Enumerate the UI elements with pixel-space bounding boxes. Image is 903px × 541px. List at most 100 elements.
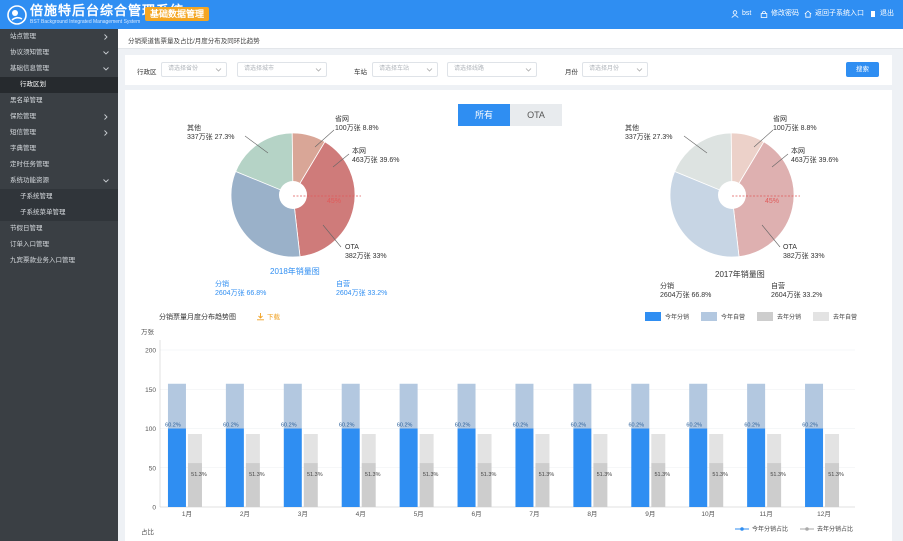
app-subtitle: BST Background Integrated Management Sys… [30, 19, 141, 25]
ratio-label-last-year: 51.3% [249, 472, 265, 478]
legend-item[interactable]: 去年分销占比 [800, 524, 853, 533]
logout-link[interactable]: 退出 [869, 9, 894, 19]
ratio-label-this-year: 60.2% [223, 423, 239, 429]
city-select[interactable]: 请选择城市 [237, 62, 327, 77]
x-tick-label: 10月 [701, 510, 715, 518]
line-placeholder: 请选择线路 [454, 66, 485, 72]
sidebar-item[interactable]: 行政区划 [0, 77, 118, 93]
line-select[interactable]: 请选择线路 [447, 62, 537, 77]
bar-this-year-distribution [805, 428, 824, 507]
search-button[interactable]: 搜索 [846, 62, 879, 77]
bar-last-year-distribution [419, 463, 434, 507]
x-tick-label: 11月 [760, 510, 773, 518]
sidebar-item[interactable]: 订单入口管理 [0, 237, 118, 253]
ratio-label-last-year: 51.3% [712, 472, 728, 478]
y2-label: 占比 [141, 527, 155, 536]
x-tick-label: 12月 [817, 510, 831, 518]
sidebar-item[interactable]: 保险管理 [0, 109, 118, 125]
city-placeholder: 请选择城市 [244, 66, 275, 72]
sidebar-menu: 站点管理 协议须知管理 基础信息管理 行政区划 黑名单管理保险管理短信管理 字典管理 定时任… [0, 29, 118, 269]
sidebar-item[interactable]: 子系统菜单管理 [0, 205, 118, 221]
station-label: 车站 [354, 69, 367, 76]
sidebar-item[interactable]: 字典管理 [0, 141, 118, 157]
legend-line-icon [735, 526, 749, 531]
legend-label: 今年分销占比 [752, 527, 789, 533]
x-tick-label: 1月 [182, 510, 192, 518]
legend-item[interactable]: 今年分销占比 [735, 524, 788, 533]
x-tick-label: 5月 [414, 510, 424, 518]
ratio-label-last-year: 51.3% [770, 472, 786, 478]
month-select[interactable]: 请选择月份 [582, 62, 648, 77]
x-tick-label: 2月 [240, 510, 250, 518]
bar-last-year-distribution [709, 463, 724, 507]
bar-this-year-distribution [747, 428, 766, 507]
change-password-link[interactable]: 修改密码 [760, 9, 799, 19]
ratio-label-this-year: 60.2% [686, 423, 702, 429]
province-select[interactable]: 请选择省份 [161, 62, 227, 77]
logout-icon [871, 11, 875, 17]
lock-icon [760, 10, 768, 18]
bar-this-year-distribution [515, 428, 534, 507]
sidebar-item-label: 九宾票款业务入口管理 [10, 257, 75, 264]
sidebar-item[interactable]: 节假日管理 [0, 221, 118, 237]
ratio-label-this-year: 60.2% [281, 423, 297, 429]
sidebar-item[interactable]: 系统功能资源 [0, 173, 118, 189]
chevron-down-icon [525, 68, 532, 72]
province-placeholder: 请选择省份 [168, 66, 199, 72]
sidebar-item-label: 子系统管理 [20, 193, 53, 200]
bar-last-year-distribution [361, 463, 376, 507]
sidebar-item[interactable]: 站点管理 [0, 29, 118, 45]
change-password-label: 修改密码 [771, 10, 799, 17]
ratio-label-last-year: 51.3% [481, 472, 497, 478]
bar-last-year-self [709, 433, 724, 464]
station-select[interactable]: 请选择车站 [372, 62, 438, 77]
region-label: 行政区 [137, 69, 157, 76]
x-tick-label: 9月 [645, 510, 655, 518]
bar-this-year-distribution [341, 428, 360, 507]
sidebar-item[interactable]: 协议须知管理 [0, 45, 118, 61]
chevron-down-icon [215, 68, 222, 72]
user-menu[interactable]: bst [731, 9, 751, 19]
breadcrumb: 分销渠道售票量及占比/月度分布及同环比趋势 [128, 38, 260, 45]
bar-this-year-distribution [283, 428, 302, 507]
x-tick-label: 8月 [587, 510, 597, 518]
ratio-label-this-year: 60.2% [513, 423, 529, 429]
sidebar-item-label: 保险管理 [10, 113, 36, 120]
filter-panel: 行政区 请选择省份 请选择城市 车站 请选择车站 请选择线路 月份 请选择月份 … [125, 55, 892, 85]
ratio-label-last-year: 51.3% [828, 472, 844, 478]
ratio-label-this-year: 60.2% [397, 423, 413, 429]
y-tick-label: 50 [149, 465, 157, 472]
sidebar-item[interactable]: 基础信息管理 [0, 61, 118, 77]
sidebar-item[interactable]: 定时任务管理 [0, 157, 118, 173]
x-tick-label: 4月 [356, 510, 366, 518]
sidebar-item-label: 系统功能资源 [10, 177, 49, 184]
ratio-label-last-year: 51.3% [307, 472, 323, 478]
bar-this-year-distribution [631, 428, 650, 507]
home-icon [804, 10, 812, 18]
legend-label: 去年分销占比 [817, 527, 854, 533]
bar-chart: 0 50 100 150 200 万张占比 60.2% 51.3% 1月 60.2% 51.3% 2月… [141, 327, 855, 536]
y-tick-label: 100 [145, 426, 156, 433]
sidebar-item[interactable]: 短信管理 [0, 125, 118, 141]
sidebar-item[interactable]: 黑名单管理 [0, 93, 118, 109]
bar-last-year-distribution [651, 463, 666, 507]
bar-last-year-self [419, 433, 434, 464]
month-label: 月份 [565, 69, 578, 76]
bar-last-year-distribution [593, 463, 608, 507]
bar-last-year-distribution [767, 463, 782, 507]
ratio-label-last-year: 51.3% [654, 472, 670, 478]
ratio-label-this-year: 60.2% [165, 423, 181, 429]
bar-last-year-self [535, 433, 550, 464]
station-placeholder: 请选择车站 [379, 66, 410, 72]
chevron-down-icon [636, 68, 643, 72]
month-placeholder: 请选择月份 [589, 66, 620, 72]
sidebar-item[interactable]: 九宾票款业务入口管理 [0, 253, 118, 269]
y-unit-label: 万张 [141, 327, 155, 336]
bar-this-year-distribution [573, 428, 592, 507]
bar-last-year-distribution [187, 463, 202, 507]
ratio-label-last-year: 51.3% [423, 472, 439, 478]
subsystem-entry-link[interactable]: 返回子系统入口 [804, 9, 864, 19]
sidebar-item[interactable]: 子系统管理 [0, 189, 118, 205]
sidebar-item-label: 子系统菜单管理 [20, 209, 66, 216]
sidebar: 站点管理 协议须知管理 基础信息管理 行政区划 黑名单管理保险管理短信管理 字典管理 定时任… [0, 29, 118, 541]
